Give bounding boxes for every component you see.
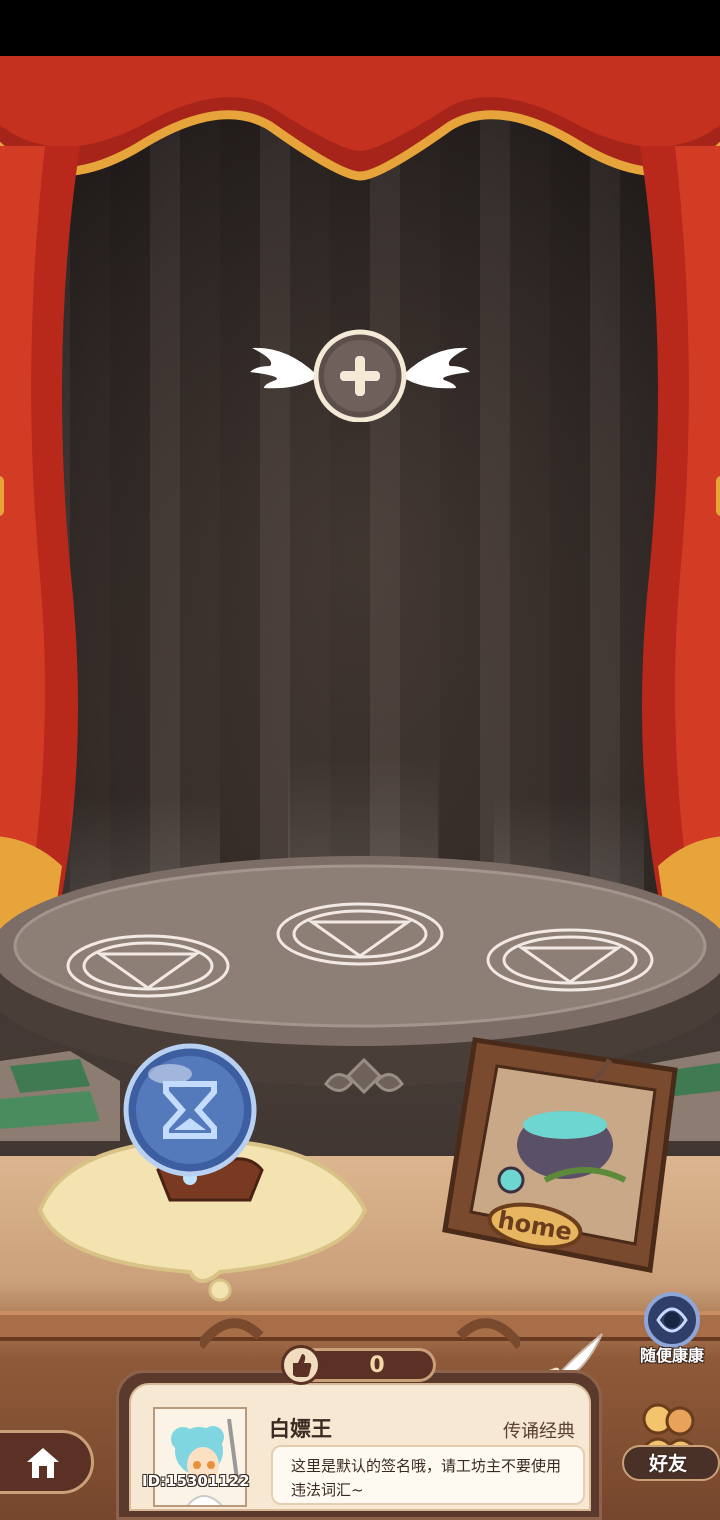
portal-icon bbox=[644, 1292, 700, 1348]
player-title: 传诵经典 bbox=[503, 1421, 575, 1442]
username: 白嫖王 bbox=[269, 1417, 332, 1441]
cauldron-icon: home bbox=[442, 1037, 678, 1273]
home-picture-frame[interactable]: home bbox=[435, 1030, 685, 1280]
random-visit-button[interactable]: 随便康康 bbox=[628, 1290, 716, 1370]
signature-text: 这里是默认的签名哦，请工坊主不要使用违法词汇~ bbox=[271, 1445, 585, 1505]
hourglass-icon bbox=[37, 1043, 368, 1302]
avatar[interactable] bbox=[153, 1407, 247, 1507]
add-character-button[interactable] bbox=[246, 326, 474, 423]
avatar-character-icon bbox=[171, 1418, 239, 1505]
likes-count: 0 bbox=[369, 1353, 385, 1378]
crystal-orb-hourglass[interactable] bbox=[20, 1040, 380, 1310]
friends-label: 好友 bbox=[648, 1453, 687, 1475]
status-bar bbox=[0, 0, 720, 56]
user-id: ID:15301122 bbox=[142, 1472, 250, 1490]
friends-icon bbox=[642, 1403, 696, 1449]
profile-card: 白嫖王 传诵经典 这里是默认的签名哦，请工坊主不要使用违法词汇~ 0 ID:15… bbox=[116, 1345, 602, 1520]
thumbs-up-icon bbox=[281, 1345, 321, 1385]
plus-icon bbox=[250, 329, 470, 423]
house-icon bbox=[27, 1448, 59, 1478]
likes-counter[interactable]: 0 bbox=[281, 1345, 436, 1385]
friends-button[interactable]: 好友 bbox=[620, 1395, 720, 1485]
home-button[interactable] bbox=[0, 1430, 94, 1494]
random-visit-label: 随便康康 bbox=[639, 1346, 704, 1365]
